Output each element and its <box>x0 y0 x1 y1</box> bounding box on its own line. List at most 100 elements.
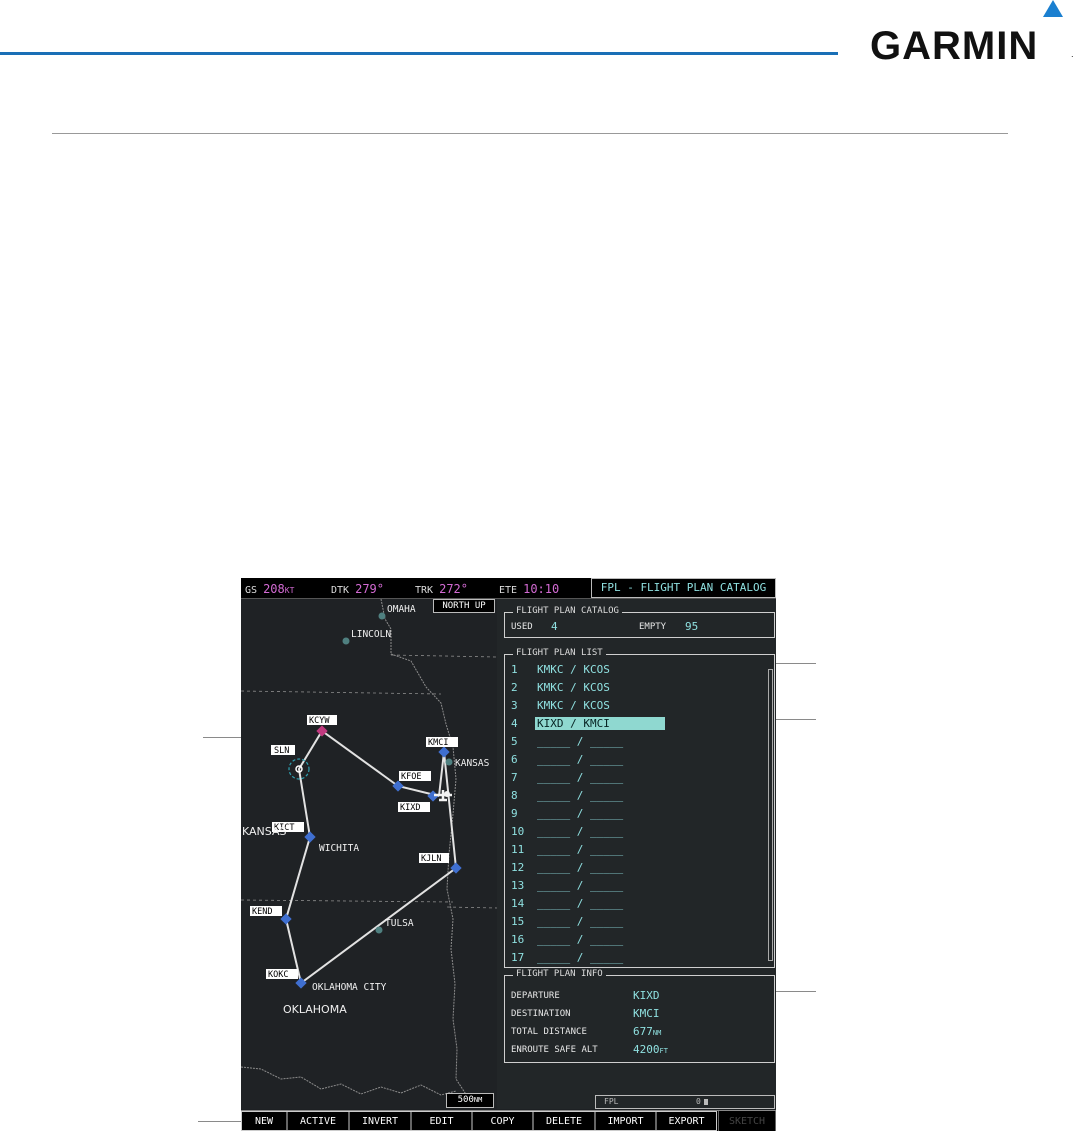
city-dot <box>375 926 383 934</box>
empty-label: EMPTY <box>639 622 667 632</box>
catalog-panel: FLIGHT PLAN CATALOG USED 4 EMPTY 95 FLIG… <box>497 599 776 1109</box>
flight-plan-number: 16 <box>511 933 525 946</box>
waypoint-label-kixd: KIXD <box>400 803 420 813</box>
softkey-copy[interactable]: COPY <box>472 1111 533 1131</box>
status-bar: GS 208KT DTK 279° TRK 272° ETE 10:10 FPL… <box>241 578 776 599</box>
empty-value: 95 <box>685 620 699 633</box>
flight-plan-list-item[interactable]: 5 _____ / _____ <box>505 733 765 751</box>
flight-plan-list-item[interactable]: 3 KMKC / KCOS <box>505 697 765 715</box>
trk-label: TRK <box>415 585 434 596</box>
flight-plan-number: 12 <box>511 861 525 874</box>
mfd-screen: GS 208KT DTK 279° TRK 272° ETE 10:10 FPL… <box>241 578 776 1131</box>
enroute-safe-alt-value: 4200FT <box>633 1043 668 1056</box>
flight-plan-list-title: FLIGHT PLAN LIST <box>513 648 606 658</box>
flight-plan-list-item[interactable]: 14 _____ / _____ <box>505 895 765 913</box>
fpl-progress-box: FPL 0 <box>595 1095 775 1109</box>
softkey-edit[interactable]: EDIT <box>411 1111 472 1131</box>
used-label: USED <box>511 622 533 632</box>
softkey-export[interactable]: EXPORT <box>656 1111 717 1131</box>
softkey-sketch[interactable]: SKETCH <box>718 1111 776 1131</box>
flight-plan-number: 13 <box>511 879 525 892</box>
waypoint-label-kokc: KOKC <box>268 970 288 980</box>
state-border-line <box>446 906 497 909</box>
softkey-invert[interactable]: INVERT <box>349 1111 411 1131</box>
gs-field: GS 208KT <box>245 582 294 596</box>
flight-plan-list-item[interactable]: 12 _____ / _____ <box>505 859 765 877</box>
flight-plan-list-item[interactable]: 6 _____ / _____ <box>505 751 765 769</box>
enroute-safe-alt-label: ENROUTE SAFE ALT <box>511 1045 598 1055</box>
flight-plan-list-item[interactable]: 10 _____ / _____ <box>505 823 765 841</box>
flight-plan-info-box: FLIGHT PLAN INFO DEPARTURE KIXD DESTINAT… <box>504 969 775 1063</box>
flight-plan-list-item[interactable]: 7 _____ / _____ <box>505 769 765 787</box>
flight-plan-list-box: FLIGHT PLAN LIST 1 KMKC / KCOS 2 KMKC / KCO… <box>504 648 775 968</box>
flight-plan-name: _____ / _____ <box>537 771 624 784</box>
waypoint-label-kend: KEND <box>252 907 272 917</box>
gs-label: GS <box>245 585 258 596</box>
flight-plan-list-item[interactable]: 9 _____ / _____ <box>505 805 765 823</box>
waypoint-label-kjln: KJLN <box>421 854 441 864</box>
catalog-box: FLIGHT PLAN CATALOG USED 4 EMPTY 95 <box>504 606 775 638</box>
flight-plan-list-item[interactable]: 2 KMKC / KCOS <box>505 679 765 697</box>
flight-plan-name: _____ / _____ <box>537 825 624 838</box>
flight-plan-name: KMKC / KCOS <box>537 699 610 712</box>
flight-plan-list-item[interactable]: 11 _____ / _____ <box>505 841 765 859</box>
flight-plan-name: KMKC / KCOS <box>537 663 610 676</box>
map-range-value: 500 <box>457 1095 474 1105</box>
section-rule <box>52 133 1008 134</box>
flight-plan-list-item[interactable]: 13 _____ / _____ <box>505 877 765 895</box>
state-label-oklahoma: OKLAHOMA <box>283 1003 347 1016</box>
destination-label: DESTINATION <box>511 1009 571 1019</box>
softkey-import[interactable]: IMPORT <box>595 1111 656 1131</box>
garmin-logo: GARMIN . <box>870 0 1078 68</box>
flight-plan-number: 10 <box>511 825 525 838</box>
enroute-safe-alt-unit: FT <box>659 1047 668 1055</box>
flight-plan-name: _____ / _____ <box>537 915 624 928</box>
state-border-line <box>241 1066 457 1096</box>
softkey-active[interactable]: ACTIVE <box>287 1111 349 1131</box>
city-label-lincoln: LINCOLN <box>351 629 391 640</box>
used-value: 4 <box>551 620 558 633</box>
flight-plan-name: KIXD / KMCI <box>535 717 665 730</box>
map-range-label: 500NM <box>446 1093 494 1108</box>
waypoint-label-kfoe: KFOE <box>401 772 421 782</box>
dtk-field: DTK 279° <box>331 582 384 596</box>
trk-field: TRK 272° <box>415 582 468 596</box>
flight-plan-name: _____ / _____ <box>537 933 624 946</box>
flight-plan-list-item[interactable]: 17 _____ / _____ <box>505 949 765 967</box>
city-label-wichita: WICHITA <box>319 843 359 854</box>
flight-plan-list-item[interactable]: 1 KMKC / KCOS <box>505 661 765 679</box>
city-dot <box>445 758 453 766</box>
waypoint-label-kmci: KMCI <box>428 738 448 748</box>
flight-plan-number: 15 <box>511 915 525 928</box>
waypoint-label-sln: SLN <box>274 746 289 756</box>
destination-value: KMCI <box>633 1007 660 1020</box>
waypoint-kend-marker <box>280 913 292 925</box>
state-border-line <box>241 899 454 903</box>
waypoint-label-kcyw: KCYW <box>309 716 330 726</box>
flight-plan-name: _____ / _____ <box>537 753 624 766</box>
flight-plan-number: 4 <box>511 717 518 730</box>
flight-plan-number: 7 <box>511 771 518 784</box>
gs-unit: KT <box>284 586 295 595</box>
flight-plan-number: 8 <box>511 789 518 802</box>
waypoint-kict-marker <box>304 831 316 843</box>
logo-text: GARMIN <box>870 24 1039 68</box>
header-rule <box>0 52 838 55</box>
city-dot <box>342 637 350 645</box>
softkey-delete[interactable]: DELETE <box>533 1111 595 1131</box>
list-scrollbar[interactable] <box>768 669 773 961</box>
fpl-label: FPL <box>604 1097 619 1106</box>
flight-plan-list-item[interactable]: 4 KIXD / KMCI <box>505 715 765 733</box>
dtk-label: DTK <box>331 585 350 596</box>
nav-map[interactable]: KCYW SLN KFOE KMCI KIXD KICT KJLN KEND K… <box>241 599 497 1109</box>
ete-value: 10:10 <box>523 582 560 596</box>
flight-plan-list-item[interactable]: 15 _____ / _____ <box>505 913 765 931</box>
softkey-new[interactable]: NEW <box>241 1111 287 1131</box>
flight-plan-list-item[interactable]: 8 _____ / _____ <box>505 787 765 805</box>
flight-plan-list-item[interactable]: 16 _____ / _____ <box>505 931 765 949</box>
gs-value: 208 <box>263 582 285 596</box>
departure-label: DEPARTURE <box>511 991 560 1001</box>
flight-plan-number: 1 <box>511 663 518 676</box>
enroute-safe-alt-number: 4200 <box>633 1043 660 1056</box>
flight-plan-number: 17 <box>511 951 525 964</box>
